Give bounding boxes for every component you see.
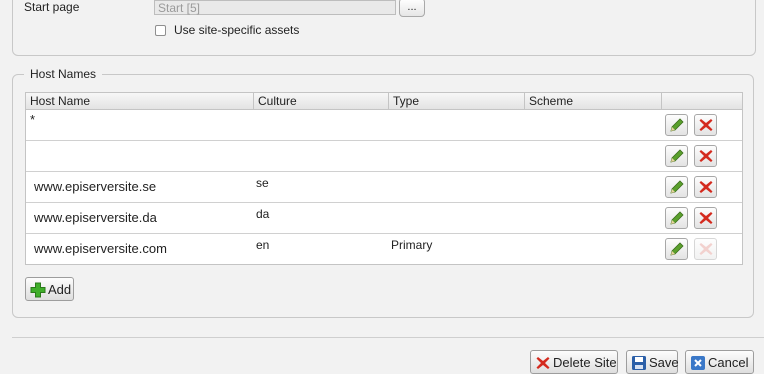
divider — [12, 337, 764, 338]
add-icon — [30, 282, 46, 298]
edit-host-button[interactable] — [665, 238, 688, 260]
start-page-input[interactable]: Start [5] — [154, 0, 396, 15]
culture-cell: da — [256, 207, 270, 221]
table-row: www.episerversite.se se — [26, 172, 742, 203]
edit-host-button[interactable] — [665, 114, 688, 136]
site-assets-checkbox[interactable] — [155, 24, 166, 36]
table-row: * — [26, 110, 742, 141]
delete-icon — [536, 357, 550, 369]
culture-cell: en — [256, 238, 270, 252]
edit-host-button[interactable] — [665, 145, 688, 167]
host-name-cell: * — [30, 112, 36, 127]
column-header-culture[interactable]: Culture — [254, 93, 389, 109]
edit-host-button[interactable] — [665, 207, 688, 229]
type-cell: Primary — [391, 238, 433, 252]
delete-host-button[interactable] — [694, 145, 717, 167]
save-icon — [632, 356, 646, 370]
delete-host-button[interactable] — [694, 176, 717, 198]
table-row — [26, 141, 742, 172]
host-name-cell: www.episerversite.se — [34, 179, 157, 194]
delete-host-button[interactable] — [694, 114, 717, 136]
cancel-icon — [691, 356, 705, 370]
column-header-actions — [662, 93, 742, 109]
site-assets-label: Use site-specific assets — [174, 23, 300, 37]
delete-host-button[interactable] — [694, 207, 717, 229]
add-host-button[interactable]: Add — [25, 277, 74, 301]
column-header-scheme[interactable]: Scheme — [525, 93, 662, 109]
column-header-host-name[interactable]: Host Name — [26, 93, 254, 109]
edit-host-button[interactable] — [665, 176, 688, 198]
site-assets-option[interactable]: Use site-specific assets — [155, 23, 299, 37]
table-header: Host Name Culture Type Scheme — [26, 93, 742, 110]
table-row: www.episerversite.com en Primary — [26, 234, 742, 265]
add-button-label: Add — [48, 282, 72, 297]
host-name-cell: www.episerversite.da — [34, 210, 157, 225]
browse-start-page-button[interactable]: ... — [399, 0, 425, 17]
host-names-table: Host Name Culture Type Scheme * www.epise… — [25, 92, 743, 265]
host-names-legend: Host Names — [24, 67, 103, 81]
save-button[interactable]: Save — [626, 350, 679, 374]
delete-host-button — [694, 238, 717, 260]
column-header-type[interactable]: Type — [389, 93, 525, 109]
culture-cell: se — [256, 176, 269, 190]
host-name-cell: www.episerversite.com — [34, 241, 167, 256]
cancel-button[interactable]: Cancel — [685, 350, 754, 374]
table-row: www.episerversite.da da — [26, 203, 742, 234]
start-page-label: Start page — [24, 0, 80, 14]
delete-site-button[interactable]: Delete Site — [530, 350, 618, 374]
